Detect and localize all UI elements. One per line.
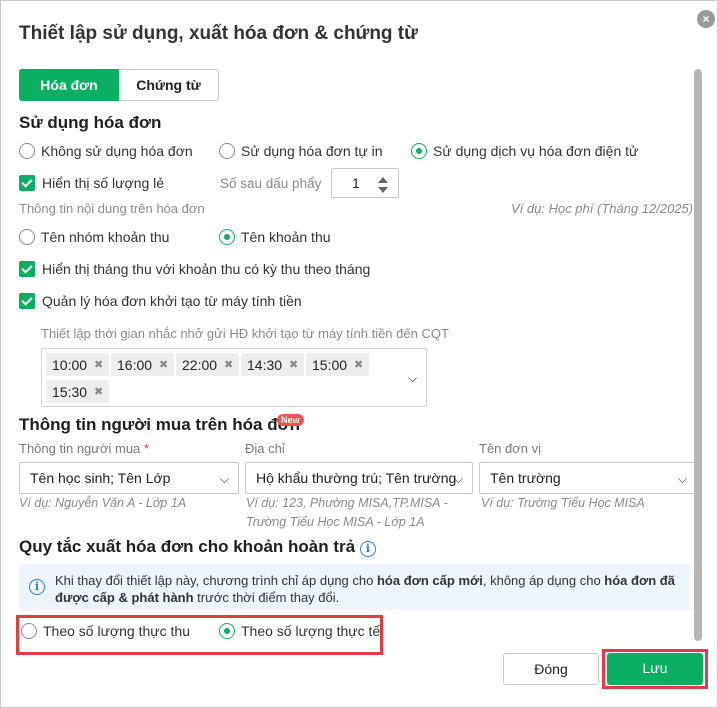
checkbox-checked-icon — [19, 261, 35, 277]
decimal-places-label: Số sau dấu phẩy — [220, 176, 322, 191]
radio-label: Sử dụng hóa đơn tự in — [241, 143, 383, 159]
unit-name-select[interactable]: Tên trường ⌵ — [479, 462, 697, 494]
select-value: Tên học sinh; Tên Lớp — [30, 470, 171, 486]
address-label: Địa chỉ — [245, 441, 285, 456]
stepper-up-icon[interactable] — [378, 177, 388, 183]
checkbox-checked-icon — [19, 293, 35, 309]
unit-name-label: Tên đơn vị — [479, 441, 541, 456]
settings-dialog: Thiết lập sử dụng, xuất hóa đơn & chứng … — [0, 0, 718, 708]
time-tag-label: 15:30 — [52, 383, 88, 400]
tab-voucher[interactable]: Chứng từ — [119, 69, 219, 101]
radio-label: Sử dụng dịch vụ hóa đơn điện tử — [433, 143, 639, 159]
checkbox-label: Hiển thị tháng thu với khoản thu có kỳ t… — [42, 261, 371, 277]
section-title-usage: Sử dụng hóa đơn — [19, 113, 162, 132]
chevron-down-icon: ⌵ — [219, 472, 229, 486]
radio-on-icon — [219, 229, 235, 245]
new-badge: New — [277, 414, 304, 426]
decimal-places-stepper[interactable]: 1 — [331, 168, 399, 198]
radio-e-invoice[interactable]: Sử dụng dịch vụ hóa đơn điện tử — [411, 143, 638, 159]
field-label-text: Thông tin người mua — [19, 441, 141, 456]
close-button[interactable]: Đóng — [503, 653, 599, 685]
remove-tag-icon[interactable]: ✖ — [354, 358, 363, 371]
radio-off-icon — [19, 229, 35, 245]
content-info-label: Thông tin nội dung trên hóa đơn — [19, 201, 205, 216]
checkbox-show-month[interactable]: Hiển thị tháng thu với khoản thu có kỳ t… — [19, 261, 370, 277]
checkbox-pos-manage[interactable]: Quản lý hóa đơn khởi tạo từ máy tính tiề… — [19, 293, 302, 309]
tab-bar: Hóa đơn Chứng từ — [19, 69, 219, 101]
buyer-info-label: Thông tin người mua * — [19, 441, 149, 456]
radio-off-icon — [219, 143, 235, 159]
time-tag: 10:00 ✖ — [46, 353, 110, 376]
section-title-refund: Quy tắc xuất hóa đơn cho khoản hoàn trả … — [19, 537, 376, 557]
radio-label: Tên khoản thu — [241, 229, 331, 245]
radio-self-print[interactable]: Sử dụng hóa đơn tự in — [219, 143, 383, 159]
chevron-down-icon[interactable]: ⌵ — [408, 371, 417, 386]
remove-tag-icon[interactable]: ✖ — [94, 385, 103, 398]
chevron-down-icon: ⌵ — [453, 472, 463, 486]
time-tag: 16:00 ✖ — [111, 353, 175, 376]
notice-text-part: trước thời điểm thay đổi. — [193, 590, 340, 605]
save-button[interactable]: Lưu — [607, 653, 703, 685]
radio-actual-collected[interactable]: Theo số lượng thực thu — [21, 623, 190, 639]
buyer-info-select[interactable]: Tên học sinh; Tên Lớp ⌵ — [19, 462, 239, 494]
time-tag-label: 14:30 — [247, 356, 283, 373]
dialog-title: Thiết lập sử dụng, xuất hóa đơn & chứng … — [19, 23, 418, 44]
required-mark: * — [143, 441, 149, 456]
time-tag-label: 22:00 — [182, 356, 218, 373]
stepper-down-icon[interactable] — [378, 187, 388, 193]
radio-off-icon — [21, 623, 37, 639]
radio-no-invoice[interactable]: Không sử dụng hóa đơn — [19, 143, 193, 159]
chevron-down-icon: ⌵ — [677, 472, 687, 486]
scrollbar[interactable] — [694, 69, 702, 641]
remove-tag-icon[interactable]: ✖ — [159, 358, 168, 371]
radio-item-name[interactable]: Tên khoản thu — [219, 229, 331, 245]
notice-text-part: Khi thay đổi thiết lập này, chương trình… — [55, 573, 377, 588]
address-select[interactable]: Hộ khẩu thường trú; Tên trường ⌵ — [245, 462, 473, 494]
refund-notice: i Khi thay đổi thiết lập này, chương trì… — [19, 564, 691, 610]
radio-on-icon — [219, 623, 235, 639]
reminder-time-multiselect[interactable]: 10:00 ✖ 16:00 ✖ 22:00 ✖ 14:30 ✖ 15:00 ✖ 15:30… — [41, 348, 427, 407]
remove-tag-icon[interactable]: ✖ — [224, 358, 233, 371]
remove-tag-icon[interactable]: ✖ — [94, 358, 103, 371]
radio-actual-quantity[interactable]: Theo số lượng thực tế — [219, 623, 380, 639]
time-tag-label: 15:00 — [312, 356, 348, 373]
time-tag: 15:00 ✖ — [306, 353, 370, 376]
checkbox-label: Hiển thị số lượng lẻ — [42, 175, 165, 191]
checkbox-checked-icon — [19, 175, 35, 191]
section-title-text: Quy tắc xuất hóa đơn cho khoản hoàn trả — [19, 537, 356, 556]
unit-name-example: Ví dụ: Trường Tiểu Học MISA — [481, 496, 645, 510]
tab-invoice[interactable]: Hóa đơn — [19, 69, 119, 101]
address-example-line2: Trường Tiểu Học MISA - Lớp 1A — [246, 515, 425, 529]
radio-label: Không sử dụng hóa đơn — [41, 143, 193, 159]
radio-label: Tên nhóm khoản thu — [41, 229, 170, 245]
select-value: Tên trường — [490, 470, 561, 486]
radio-label: Theo số lượng thực tế — [241, 623, 381, 639]
time-tag: 15:30 ✖ — [46, 380, 110, 403]
radio-off-icon — [19, 143, 35, 159]
radio-group-name[interactable]: Tên nhóm khoản thu — [19, 229, 169, 245]
time-tag-label: 16:00 — [117, 356, 153, 373]
remove-tag-icon[interactable]: ✖ — [289, 358, 298, 371]
reminder-label: Thiết lập thời gian nhắc nhở gửi HĐ khởi… — [41, 326, 449, 341]
info-icon[interactable]: i — [359, 541, 376, 557]
address-example-line1: Ví dụ: 123, Phường MISA,TP.MISA - — [246, 496, 448, 510]
decimal-places-value: 1 — [352, 175, 360, 191]
radio-on-icon — [411, 143, 427, 159]
checkbox-show-decimal[interactable]: Hiển thị số lượng lẻ — [19, 175, 164, 191]
time-tag-label: 10:00 — [52, 356, 88, 373]
notice-text: Khi thay đổi thiết lập này, chương trình… — [55, 572, 685, 606]
info-icon: i — [29, 579, 45, 595]
buyer-info-example: Ví dụ: Nguyễn Văn A - Lớp 1A — [19, 496, 187, 510]
time-tag: 14:30 ✖ — [241, 353, 305, 376]
radio-label: Theo số lượng thực thu — [43, 623, 190, 639]
select-value: Hộ khẩu thường trú; Tên trường — [256, 470, 457, 486]
checkbox-label: Quản lý hóa đơn khởi tạo từ máy tính tiề… — [42, 293, 302, 309]
content-example: Ví dụ: Học phí (Tháng 12/2025) — [511, 201, 694, 216]
notice-emphasis: hóa đơn cấp mới — [376, 573, 483, 588]
notice-text-part: , không áp dụng cho — [482, 573, 605, 588]
time-tag: 22:00 ✖ — [176, 353, 240, 376]
section-title-buyer: Thông tin người mua trên hóa đơn — [19, 415, 301, 434]
close-icon[interactable]: × — [697, 10, 715, 28]
